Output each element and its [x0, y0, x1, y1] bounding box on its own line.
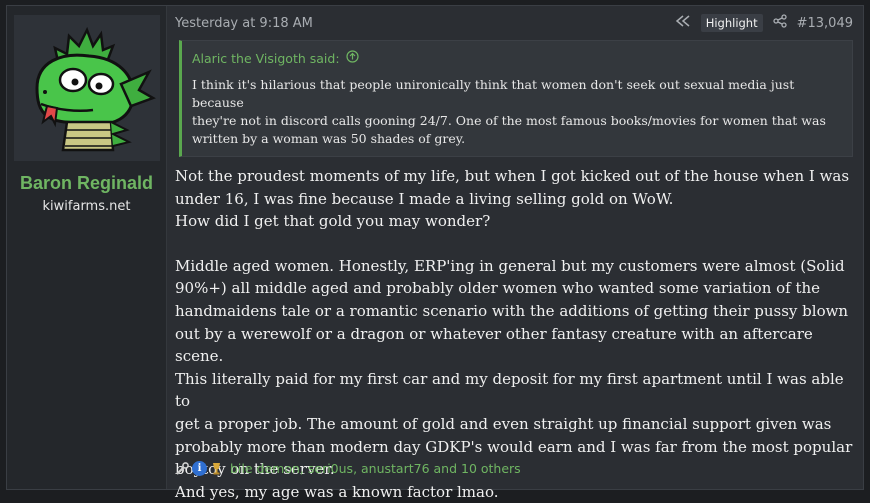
- user-title: kiwifarms.net: [42, 199, 131, 214]
- wrench-icon[interactable]: [175, 461, 190, 476]
- green-dragon-avatar-icon: [34, 26, 156, 152]
- quote-title: Alaric the Visigoth said:: [182, 41, 852, 72]
- quote-line: they're not in discord calls gooning 24/…: [192, 113, 826, 128]
- message-line: 90%+) all middle aged and probably older…: [175, 279, 821, 298]
- message-line: Not the proudest moments of my life, but…: [175, 167, 850, 185]
- message-line: out by a werewolf or a dragon or whateve…: [175, 324, 818, 366]
- message-line: Middle aged women. Honestly, ERP'ing in …: [175, 256, 845, 275]
- post-main: Yesterday at 9:18 AM Highlight #13,049 A…: [167, 6, 863, 501]
- quote-line: written by a woman was 50 shades of grey…: [192, 131, 466, 146]
- message-line: get a proper job. The amount of gold and…: [175, 414, 832, 433]
- share-icon[interactable]: [772, 14, 787, 32]
- quote-block: Alaric the Visigoth said: I think it's h…: [179, 40, 853, 157]
- post-number-link[interactable]: #13,049: [797, 16, 853, 31]
- post-header: Yesterday at 9:18 AM Highlight #13,049: [175, 6, 853, 40]
- quote-body: I think it's hilarious that people uniro…: [182, 72, 852, 156]
- reactions-users-link[interactable]: bile demon, seri0us, anustart76 and 10 o…: [230, 461, 521, 476]
- highlight-button[interactable]: Highlight: [700, 14, 763, 32]
- circle-arrow-up-icon[interactable]: [345, 50, 359, 66]
- quote-author-link[interactable]: Alaric the Visigoth said:: [192, 51, 340, 66]
- username[interactable]: Baron Reginald: [20, 173, 153, 194]
- quote-line: I think it's hilarious that people uniro…: [192, 77, 795, 110]
- info-icon[interactable]: i: [192, 461, 207, 476]
- post-container: Baron Reginald kiwifarms.net Yesterday a…: [6, 5, 864, 501]
- message-line: This literally paid for my first car and…: [175, 369, 849, 411]
- message-body: Not the proudest moments of my life, but…: [175, 165, 853, 503]
- message-line: How did I get that gold you may wonder?: [175, 212, 491, 231]
- rewind-icon[interactable]: [675, 15, 691, 31]
- post-timestamp[interactable]: Yesterday at 9:18 AM: [175, 16, 313, 31]
- post-actions: Highlight #13,049: [675, 14, 853, 32]
- message-line: handmaidens tale or a romantic scenario …: [175, 301, 849, 320]
- message-line: probably more than modern day GDKP's wou…: [175, 437, 853, 456]
- message-line: under 16, I was fine because I made a li…: [175, 189, 674, 208]
- user-cell: Baron Reginald kiwifarms.net: [7, 6, 167, 489]
- reactions-bar: i bile demon, seri0us, anustart76 and 10…: [175, 461, 521, 476]
- message-line: And yes, my age was a known factor lmao.: [175, 482, 499, 501]
- trophy-icon[interactable]: [209, 461, 224, 476]
- avatar[interactable]: [13, 15, 160, 161]
